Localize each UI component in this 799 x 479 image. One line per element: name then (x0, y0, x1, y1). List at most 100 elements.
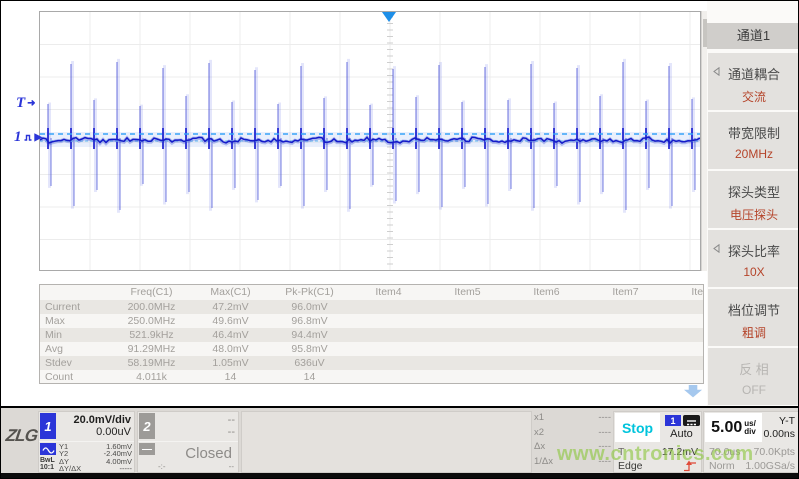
sidebar-item[interactable]: 档位调节粗调 (708, 289, 799, 346)
table-row: Count4.011k1414 (40, 370, 703, 384)
sidebar-item-label: 档位调节 (708, 300, 799, 319)
table-column-header: Item7 (586, 287, 665, 298)
table-column-header: Item6 (507, 287, 586, 298)
table-cell: 48.0mV (191, 344, 270, 355)
channel2-badge[interactable]: 2 (139, 413, 155, 439)
cursor-x-row: x2 ---- (534, 426, 611, 441)
channel1-marker-label: 1 (14, 129, 22, 146)
table-row-label: Current (40, 302, 112, 313)
sidebar-item[interactable]: 探头类型电压探头 (708, 171, 799, 228)
submenu-left-arrow-icon (713, 244, 720, 253)
timebase-scale: 5.00 (711, 419, 742, 437)
table-cell: 96.0mV (270, 302, 349, 313)
sidebar-item[interactable]: 带宽限制 20MHz (708, 112, 799, 169)
channel-menu-sidebar: 通道1 通道耦合交流带宽限制 20MHz 探头类型电压探头探头比率 10X 档位调节粗调… (707, 1, 799, 406)
sidebar-item-value: OFF (708, 383, 799, 397)
sidebar-item-value: 10X (708, 265, 799, 279)
table-cell: 49.6mV (191, 316, 270, 327)
trigger-position-marker-icon[interactable] (382, 12, 396, 22)
trigger-delay: 0.00ns (763, 428, 795, 441)
table-scroll-down-arrow-icon[interactable] (684, 385, 703, 398)
table-row-label: Stdev (40, 358, 112, 369)
table-cell: 14 (191, 372, 270, 383)
waveform-display (39, 11, 701, 271)
table-row: Avg91.29MHz48.0mV95.8mV (40, 342, 703, 356)
table-column-header: Freq(C1) (112, 287, 191, 298)
sidebar-item[interactable]: 探头比率 10X (708, 230, 799, 287)
channel2-status-block[interactable]: 2 -- -- — Closed -:- -- (137, 411, 239, 473)
rising-edge-icon (683, 460, 698, 472)
right-arrow-icon: ➜ (27, 98, 35, 109)
channel2-scale: -- (158, 414, 235, 426)
cursor-x-value: ---- (598, 411, 611, 426)
statusbar-spacer (241, 411, 532, 473)
table-cell: 95.8mV (270, 344, 349, 355)
sidebar-item-label: 带宽限制 (708, 123, 799, 142)
table-column-header: Item4 (349, 287, 428, 298)
cursor-x-label: x2 (534, 426, 544, 441)
capture-window: 70.0us (709, 446, 741, 458)
channel1-offset: 0.00uV (59, 426, 131, 438)
table-row: Max250.0MHz49.6mV96.8mV (40, 314, 703, 328)
table-cell: 4.011k (112, 372, 191, 383)
channel2-state: Closed (158, 445, 232, 462)
waveform-svg (40, 12, 700, 270)
sidebar-item-value: 电压探头 (708, 206, 799, 223)
sidebar-item-label: 反 相 (708, 359, 799, 378)
cursor-x-label: Δx (534, 440, 545, 455)
cursor-x-row: Δx---- (534, 440, 611, 455)
channel1-status-block[interactable]: 1 20.0mV/div 0.00uV BwL 10:1 Y11.60mVY2-… (38, 411, 135, 473)
status-bar: ZLG® 1 20.0mV/div 0.00uV BwL 10:1 Y11.60… (1, 406, 799, 474)
channel2-offset: -- (158, 426, 235, 438)
sidebar-item: 反 相 OFF (708, 348, 799, 405)
channel2-ratio-placeholder: -:- (158, 462, 166, 471)
submenu-left-arrow-icon (713, 67, 720, 76)
trigger-type: Edge (618, 460, 643, 472)
trigger-status-block[interactable]: Stop 1 Auto T 17.2mV Edge (613, 411, 702, 473)
table-header-row: Freq(C1)Max(C1)Pk-Pk(C1)Item4Item5Item6I… (40, 285, 703, 300)
trigger-source-badge: 1 (665, 415, 681, 426)
channel1-badge[interactable]: 1 (40, 413, 56, 439)
sidebar-item-value: 20MHz (708, 147, 799, 161)
trigger-level-label: T (618, 446, 624, 458)
cursor-x-label: x1 (534, 411, 544, 426)
trigger-level-label: T (16, 95, 25, 112)
channel1-ground-marker[interactable]: 1 ▶ (14, 129, 42, 146)
timebase-unit-bottom: div (744, 428, 756, 436)
sample-rate: 1.00GSa/s (745, 460, 795, 472)
table-cell: 14 (270, 372, 349, 383)
channel2-coupling-icon: — (139, 443, 155, 455)
trigger-mode[interactable]: Auto (661, 428, 702, 440)
display-mode: Y-T (763, 415, 795, 428)
table-cell: 47.2mV (191, 302, 270, 313)
table-row-label: Max (40, 316, 112, 327)
trigger-coupling-dc-icon (683, 415, 700, 426)
cursor-x-row: x1 ---- (534, 411, 611, 426)
sidebar-item-label: 探头比率 (708, 241, 799, 260)
cursor-x-row: 1/Δx ---- (534, 455, 611, 470)
timebase-status-block[interactable]: 5.00 us/ div Y-T 0.00ns 70.0us 70.0Kpts … (703, 411, 799, 473)
screen-bottom-bezel (1, 473, 799, 479)
table-cell: 521.9kHz (112, 330, 191, 341)
cursor-x-value: ---- (598, 426, 611, 441)
table-cell: 200.0MHz (112, 302, 191, 313)
sidebar-item[interactable]: 通道耦合交流 (708, 53, 799, 110)
channel1-cursor-readouts: Y11.60mVY2-2.40mVΔY4.00mVΔY/ΔX----- (59, 443, 132, 472)
table-row-label: Min (40, 330, 112, 341)
sidebar-title: 通道1 (707, 23, 799, 49)
table-column-header: Pk-Pk(C1) (270, 287, 349, 298)
cursor-readout-value: ----- (120, 465, 133, 472)
timebase-scale-box[interactable]: 5.00 us/ div (705, 413, 762, 442)
table-cell: 46.4mV (191, 330, 270, 341)
ac-coupling-icon (40, 443, 56, 455)
cursor-x-label: 1/Δx (534, 455, 553, 470)
cursor-readout-label: ΔY/ΔX (59, 465, 81, 472)
table-column-header: Item8 (665, 287, 704, 298)
right-arrow-icon: ▶ (35, 132, 43, 143)
channel1-bwl-flag: BwL (40, 457, 55, 464)
table-cell: 636uV (270, 358, 349, 369)
cursor-x-value: ---- (598, 455, 611, 470)
table-row: Current200.0MHz47.2mV96.0mV (40, 300, 703, 314)
trigger-level-marker[interactable]: T ➜ (16, 95, 36, 112)
run-stop-state[interactable]: Stop (615, 413, 660, 442)
